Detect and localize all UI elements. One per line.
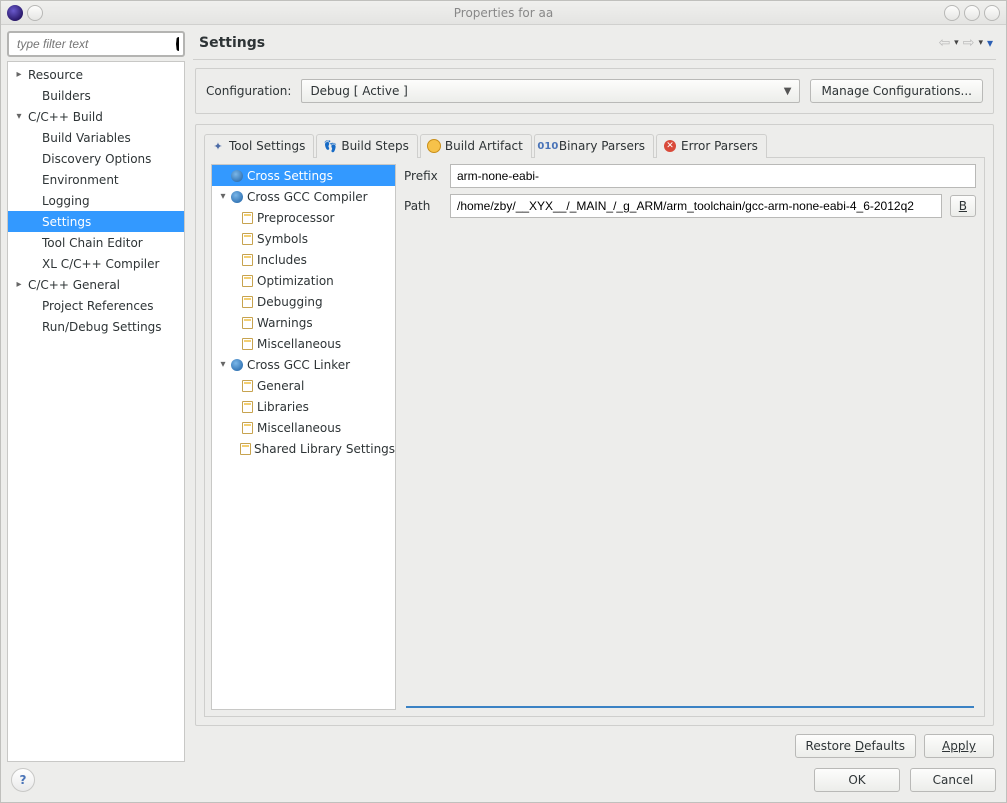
page-icon xyxy=(240,232,254,246)
page-icon xyxy=(240,337,254,351)
chevron-down-icon: ▼ xyxy=(784,86,792,97)
tab-body: Cross Settings ▾Cross GCC Compiler Prepr… xyxy=(204,157,985,717)
nav-menu-caret-icon[interactable]: ▾ xyxy=(986,36,994,50)
tree-item-build-variables[interactable]: Build Variables xyxy=(8,127,184,148)
filter-field-wrap xyxy=(7,31,185,57)
category-tree[interactable]: ▸Resource Builders ▾C/C++ Build Build Va… xyxy=(7,61,185,762)
titlebar: Properties for aa xyxy=(1,1,1006,25)
page-icon xyxy=(240,400,254,414)
tool-tree-libraries[interactable]: Libraries xyxy=(212,396,395,417)
tree-item-logging[interactable]: Logging xyxy=(8,190,184,211)
globe-icon xyxy=(230,190,244,204)
globe-icon xyxy=(230,358,244,372)
tree-item-ccpp-build[interactable]: ▾C/C++ Build xyxy=(8,106,184,127)
window-title: Properties for aa xyxy=(1,6,1006,20)
build-steps-icon: 👣 xyxy=(323,139,337,153)
binary-parsers-icon: 010 xyxy=(541,139,555,153)
tab-build-artifact[interactable]: Build Artifact xyxy=(420,134,532,158)
tool-tree-warnings[interactable]: Warnings xyxy=(212,312,395,333)
filter-input[interactable] xyxy=(15,36,176,52)
page-icon xyxy=(240,421,254,435)
nav-back-caret-icon[interactable]: ▾ xyxy=(953,38,960,48)
tool-tree-cross-gcc-compiler[interactable]: ▾Cross GCC Compiler xyxy=(212,186,395,207)
page-icon xyxy=(240,253,254,267)
tab-build-steps[interactable]: 👣Build Steps xyxy=(316,134,418,158)
header-nav: ⇦▾ ⇨▾ ▾ xyxy=(937,35,994,51)
tab-error-parsers[interactable]: ✕Error Parsers xyxy=(656,134,767,158)
prefix-label: Prefix xyxy=(404,169,442,183)
form-footer-accent xyxy=(406,706,974,708)
apply-button[interactable]: Apply xyxy=(924,734,994,758)
tool-tree-symbols[interactable]: Symbols xyxy=(212,228,395,249)
configuration-selected-value: Debug [ Active ] xyxy=(310,84,407,98)
tool-tree-debugging[interactable]: Debugging xyxy=(212,291,395,312)
ok-button[interactable]: OK xyxy=(814,768,900,792)
build-artifact-icon xyxy=(427,139,441,153)
tool-tree-includes[interactable]: Includes xyxy=(212,249,395,270)
globe-icon xyxy=(230,169,244,183)
tool-settings-icon: ✦ xyxy=(211,139,225,153)
page-icon xyxy=(240,274,254,288)
tool-tree-general[interactable]: General xyxy=(212,375,395,396)
tool-tree-miscellaneous-compiler[interactable]: Miscellaneous xyxy=(212,333,395,354)
tree-item-project-references[interactable]: Project References xyxy=(8,295,184,316)
cross-settings-form: Prefix Path B xyxy=(396,158,984,716)
restore-defaults-button[interactable]: Restore Defaults xyxy=(795,734,916,758)
prefix-input[interactable] xyxy=(450,164,976,188)
page-icon xyxy=(240,379,254,393)
page-icon xyxy=(240,442,251,456)
manage-configurations-button[interactable]: Manage Configurations... xyxy=(810,79,983,103)
properties-window: Properties for aa ▸Resource Builders ▾C/… xyxy=(0,0,1007,803)
nav-back-icon[interactable]: ⇦ xyxy=(937,35,951,51)
tool-tree-cross-settings[interactable]: Cross Settings xyxy=(212,165,395,186)
tree-item-settings[interactable]: Settings xyxy=(8,211,184,232)
header-separator xyxy=(193,59,996,60)
configuration-panel: Configuration: Debug [ Active ] ▼ Manage… xyxy=(195,68,994,114)
clear-filter-icon[interactable] xyxy=(176,37,179,51)
page-title: Settings xyxy=(199,35,265,51)
tool-tree-cross-gcc-linker[interactable]: ▾Cross GCC Linker xyxy=(212,354,395,375)
tab-tool-settings[interactable]: ✦Tool Settings xyxy=(204,134,314,158)
settings-tabs-frame: ✦Tool Settings 👣Build Steps Build Artifa… xyxy=(195,124,994,726)
tool-tree-optimization[interactable]: Optimization xyxy=(212,270,395,291)
tab-binary-parsers[interactable]: 010Binary Parsers xyxy=(534,134,654,158)
tree-item-environment[interactable]: Environment xyxy=(8,169,184,190)
error-parsers-icon: ✕ xyxy=(663,139,677,153)
tree-item-run-debug-settings[interactable]: Run/Debug Settings xyxy=(8,316,184,337)
page-icon xyxy=(240,316,254,330)
tabstrip: ✦Tool Settings 👣Build Steps Build Artifa… xyxy=(204,133,985,157)
cancel-button[interactable]: Cancel xyxy=(910,768,996,792)
tool-tree-shared-library-settings[interactable]: Shared Library Settings xyxy=(212,438,395,459)
path-label: Path xyxy=(404,199,442,213)
tree-item-xlc-compiler[interactable]: XL C/C++ Compiler xyxy=(8,253,184,274)
left-pane: ▸Resource Builders ▾C/C++ Build Build Va… xyxy=(7,31,185,762)
nav-forward-icon[interactable]: ⇨ xyxy=(962,35,976,51)
page-icon xyxy=(240,211,254,225)
configuration-label: Configuration: xyxy=(206,84,291,98)
tree-item-ccpp-general[interactable]: ▸C/C++ General xyxy=(8,274,184,295)
help-button[interactable]: ? xyxy=(11,768,35,792)
tree-item-builders[interactable]: Builders xyxy=(8,85,184,106)
tree-item-discovery-options[interactable]: Discovery Options xyxy=(8,148,184,169)
tool-tree-miscellaneous-linker[interactable]: Miscellaneous xyxy=(212,417,395,438)
dialog-footer: ? OK Cancel xyxy=(1,762,1006,802)
browse-button[interactable]: B xyxy=(950,195,976,217)
page-icon xyxy=(240,295,254,309)
tree-item-resource[interactable]: ▸Resource xyxy=(8,64,184,85)
nav-forward-caret-icon[interactable]: ▾ xyxy=(977,38,984,48)
configuration-select[interactable]: Debug [ Active ] ▼ xyxy=(301,79,800,103)
tool-settings-tree[interactable]: Cross Settings ▾Cross GCC Compiler Prepr… xyxy=(211,164,396,710)
tree-item-toolchain-editor[interactable]: Tool Chain Editor xyxy=(8,232,184,253)
right-pane: Settings ⇦▾ ⇨▾ ▾ Configuration: Debug [ … xyxy=(189,31,1000,762)
tool-tree-preprocessor[interactable]: Preprocessor xyxy=(212,207,395,228)
path-input[interactable] xyxy=(450,194,942,218)
